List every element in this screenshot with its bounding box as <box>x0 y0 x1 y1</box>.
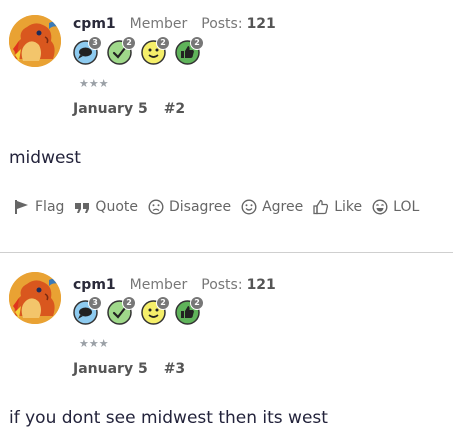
badge-count: 2 <box>156 296 170 310</box>
flag-button[interactable]: Flag <box>14 199 64 215</box>
post-3: cpm1 Member Posts: 121 3 2 2 2 ★★★ Janua… <box>0 253 453 443</box>
disagree-label: Disagree <box>168 199 232 215</box>
badge-count: 2 <box>122 36 136 50</box>
like-button[interactable]: Like <box>313 199 362 215</box>
posts-count: 121 <box>246 277 276 293</box>
badge-count: 3 <box>88 296 102 310</box>
charizard-avatar-icon <box>9 272 61 324</box>
badge-speech[interactable]: 3 <box>73 36 102 65</box>
badge-smiley[interactable]: 2 <box>141 296 170 325</box>
lol-label: LOL <box>393 199 420 215</box>
posts-label: Posts: <box>201 16 243 32</box>
badge-count: 2 <box>122 296 136 310</box>
disagree-button[interactable]: Disagree <box>148 199 231 215</box>
badge-list: 3 2 2 2 <box>73 296 204 325</box>
post-actions: Flag Quote Disagree Agree Like LOL <box>14 199 429 215</box>
badge-thumbs-up[interactable]: 2 <box>175 36 204 65</box>
smile-icon <box>241 199 257 215</box>
avatar[interactable] <box>9 272 61 324</box>
badge-count: 3 <box>88 36 102 50</box>
avatar[interactable] <box>9 15 61 67</box>
quote-label: Quote <box>95 199 138 215</box>
rank-stars: ★★★ <box>79 337 109 350</box>
post-2: cpm1 Member Posts: 121 3 2 2 2 ★★★ Janua… <box>0 0 453 252</box>
badge-speech[interactable]: 3 <box>73 296 102 325</box>
badge-count: 2 <box>156 36 170 50</box>
rank-stars: ★★★ <box>79 77 109 90</box>
post-content: midwest <box>9 148 81 168</box>
post-number[interactable]: #2 <box>164 101 185 117</box>
charizard-avatar-icon <box>9 15 61 67</box>
badge-check[interactable]: 2 <box>107 296 136 325</box>
badge-smiley[interactable]: 2 <box>141 36 170 65</box>
badge-count: 2 <box>190 296 204 310</box>
agree-button[interactable]: Agree <box>241 199 303 215</box>
badge-thumbs-up[interactable]: 2 <box>175 296 204 325</box>
laugh-icon <box>372 199 388 215</box>
thumbs-up-outline-icon <box>313 199 329 215</box>
agree-label: Agree <box>262 199 304 215</box>
quote-icon <box>75 203 90 213</box>
badge-count: 2 <box>190 36 204 50</box>
flag-label: Flag <box>35 199 65 215</box>
badge-list: 3 2 2 2 <box>73 36 204 65</box>
post-date[interactable]: January 5 <box>73 101 148 117</box>
badge-check[interactable]: 2 <box>107 36 136 65</box>
user-role: Member <box>129 277 188 293</box>
quote-button[interactable]: Quote <box>74 199 138 215</box>
like-label: Like <box>334 199 363 215</box>
posts-label: Posts: <box>201 277 243 293</box>
flag-icon <box>15 200 28 214</box>
post-content: if you dont see midwest then its west <box>9 408 328 428</box>
frown-icon <box>148 199 164 215</box>
username[interactable]: cpm1 <box>73 16 116 32</box>
posts-count: 121 <box>246 16 276 32</box>
username[interactable]: cpm1 <box>73 277 116 293</box>
user-role: Member <box>129 16 188 32</box>
lol-button[interactable]: LOL <box>372 199 419 215</box>
post-date[interactable]: January 5 <box>73 361 148 377</box>
post-number[interactable]: #3 <box>164 361 185 377</box>
